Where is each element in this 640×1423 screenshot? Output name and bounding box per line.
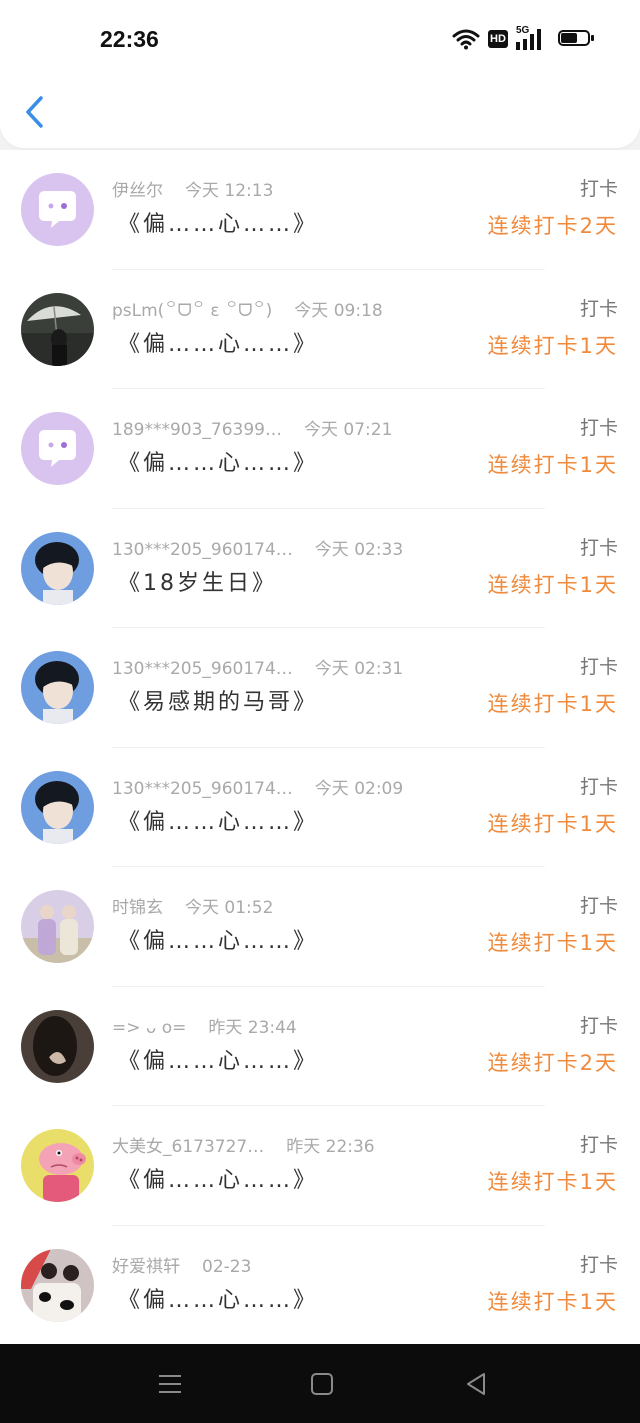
timestamp: 今天 01:52 <box>185 898 274 918</box>
avatar <box>21 292 94 366</box>
item-meta: psLm(꒪ᗜ꒪ ε ꒪ᗜ꒪) 今天 09:18 <box>112 296 383 321</box>
checkin-type: 打卡 <box>579 1253 618 1276</box>
checkin-type: 打卡 <box>579 656 618 678</box>
home-icon[interactable] <box>306 1368 338 1400</box>
status-icons: HD 5G <box>452 25 596 50</box>
streak-label: 连续打卡1天 <box>487 453 618 477</box>
list-item[interactable]: 好爱祺轩 02-23 《偏……心……》 打卡 连续打卡1天 <box>0 1226 640 1346</box>
back-triangle-icon[interactable] <box>460 1368 492 1400</box>
song-title: 《偏……心……》 <box>118 1287 319 1313</box>
item-meta: 时锦玄 今天 01:52 <box>112 893 273 918</box>
item-meta: 189***903_76399… 今天 07:21 <box>112 415 392 440</box>
checkin-list: 伊丝尔 今天 12:13 《偏……心……》 打卡 连续打卡2天 psLm(꒪ᗜ꒪ … <box>0 150 640 1344</box>
username: 大美女_6173727… <box>112 1137 265 1157</box>
song-title: 《18岁生日》 <box>118 570 277 596</box>
list-item[interactable]: 时锦玄 今天 01:52 《偏……心……》 打卡 连续打卡1天 <box>0 867 640 987</box>
streak-label: 连续打卡1天 <box>487 692 618 716</box>
header: 22:36 HD 5G <box>0 0 640 148</box>
avatar <box>21 890 94 963</box>
streak-label: 连续打卡2天 <box>487 214 618 238</box>
streak-label: 连续打卡1天 <box>487 931 618 955</box>
list-item[interactable]: 130***205_960174… 今天 02:33 《18岁生日》 打卡 连续打… <box>0 509 640 628</box>
song-title: 《偏……心……》 <box>118 1048 319 1074</box>
status-time: 22:36 <box>100 26 159 52</box>
checkin-type: 打卡 <box>579 775 618 798</box>
username: psLm(꒪ᗜ꒪ ε ꒪ᗜ꒪) <box>112 300 273 321</box>
username: 189***903_76399… <box>112 420 282 440</box>
checkin-type: 打卡 <box>579 1014 618 1037</box>
list-item[interactable]: 伊丝尔 今天 12:13 《偏……心……》 打卡 连续打卡2天 <box>0 150 640 270</box>
signal-label: 5G <box>516 25 530 36</box>
item-meta: 130***205_960174… 今天 02:33 <box>112 535 403 560</box>
streak-label: 连续打卡1天 <box>487 572 618 597</box>
hd-label: HD <box>490 33 506 45</box>
timestamp: 今天 02:09 <box>314 778 404 799</box>
list-item[interactable]: => ᴗ o= 昨天 23:44 《偏……心……》 打卡 连续打卡2天 <box>0 987 640 1106</box>
streak-label: 连续打卡1天 <box>487 333 618 358</box>
5g-signal-icon: 5G <box>516 25 544 50</box>
avatar <box>21 651 94 724</box>
item-meta: 130***205_960174… 今天 02:09 <box>112 774 403 799</box>
list-item[interactable]: 189***903_76399… 今天 07:21 《偏……心……》 打卡 连续打… <box>0 389 640 509</box>
hd-icon: HD <box>488 30 508 48</box>
avatar <box>21 770 94 844</box>
timestamp: 昨天 23:44 <box>208 1017 297 1038</box>
timestamp: 今天 09:18 <box>294 300 383 321</box>
song-title: 《偏……心……》 <box>118 1168 319 1193</box>
list-item[interactable]: psLm(꒪ᗜ꒪ ε ꒪ᗜ꒪) 今天 09:18 《偏……心……》 打卡 连续打卡… <box>0 270 640 389</box>
username: 130***205_960174… <box>112 539 293 560</box>
checkin-type: 打卡 <box>579 417 618 439</box>
streak-label: 连续打卡1天 <box>487 811 618 836</box>
username: 130***205_960174… <box>112 659 293 679</box>
timestamp: 今天 02:31 <box>314 659 404 679</box>
menu-icon[interactable] <box>154 1368 186 1400</box>
song-title: 《偏……心……》 <box>118 809 319 835</box>
avatar <box>21 1009 94 1083</box>
list-item[interactable]: 130***205_960174… 今天 02:09 《偏……心……》 打卡 连续… <box>0 748 640 867</box>
timestamp: 今天 07:21 <box>303 420 393 440</box>
streak-label: 连续打卡1天 <box>487 1289 618 1314</box>
checkin-type: 打卡 <box>579 895 618 917</box>
streak-label: 连续打卡2天 <box>487 1050 618 1075</box>
checkin-type: 打卡 <box>579 178 618 200</box>
battery-icon <box>558 30 596 48</box>
item-meta: => ᴗ o= 昨天 23:44 <box>112 1013 297 1038</box>
username: 好爱祺轩 <box>112 1256 180 1277</box>
avatar <box>21 1248 94 1322</box>
item-meta: 大美女_6173727… 昨天 22:36 <box>112 1132 375 1157</box>
item-meta: 好爱祺轩 02-23 <box>112 1252 251 1277</box>
item-meta: 130***205_960174… 今天 02:31 <box>112 654 403 679</box>
avatar <box>21 531 94 605</box>
streak-label: 连续打卡1天 <box>487 1170 618 1194</box>
song-title: 《易感期的马哥》 <box>118 690 319 715</box>
checkin-type: 打卡 <box>579 536 618 559</box>
song-title: 《偏……心……》 <box>118 451 319 476</box>
checkin-type: 打卡 <box>579 297 618 320</box>
timestamp: 今天 02:33 <box>314 539 404 560</box>
song-title: 《偏……心……》 <box>118 331 319 357</box>
item-meta: 伊丝尔 今天 12:13 <box>112 176 273 201</box>
song-title: 《偏……心……》 <box>118 929 319 954</box>
navigation-bar <box>0 1344 640 1423</box>
username: => ᴗ o= <box>112 1017 187 1038</box>
timestamp: 02-23 <box>202 1256 252 1277</box>
avatar <box>21 1129 94 1202</box>
checkin-type: 打卡 <box>579 1134 618 1156</box>
timestamp: 昨天 22:36 <box>286 1137 375 1157</box>
timestamp: 今天 12:13 <box>185 181 274 201</box>
chevron-left-icon[interactable] <box>16 92 56 132</box>
avatar <box>21 412 94 485</box>
list-item[interactable]: 大美女_6173727… 昨天 22:36 《偏……心……》 打卡 连续打卡1天 <box>0 1106 640 1226</box>
song-title: 《偏……心……》 <box>118 212 319 237</box>
username: 伊丝尔 <box>112 181 163 201</box>
username: 130***205_960174… <box>112 778 293 799</box>
username: 时锦玄 <box>112 898 163 918</box>
wifi-icon <box>452 29 480 50</box>
avatar <box>21 173 94 246</box>
list-item[interactable]: 130***205_960174… 今天 02:31 《易感期的马哥》 打卡 连续… <box>0 628 640 748</box>
